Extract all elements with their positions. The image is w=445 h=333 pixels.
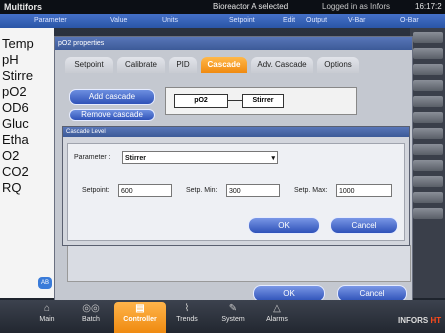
cascade-level-title: Cascade Level [63, 127, 409, 137]
app-title: Multifors [4, 2, 42, 12]
parameter-value: Stirrer [125, 155, 147, 162]
setpoint-label: Setpoint: [82, 187, 110, 194]
cascade-level-panel: Parameter : Stirrer ▾ Setpoint: 600 Setp… [67, 143, 405, 241]
setp-min-label: Setp. Min: [186, 187, 218, 194]
param-temp[interactable]: Temp [2, 36, 34, 51]
cascade-ok-button[interactable]: OK [248, 217, 320, 234]
home-icon: ⌂ [43, 303, 51, 314]
parameter-list: Temp pH Stirre pO2 OD6 Gluc Etha O2 CO2 … [0, 28, 54, 298]
login-status: Logged in as Infors [322, 2, 391, 11]
nav-trends[interactable]: ⌇ Trends [166, 302, 208, 333]
cascade-level-dialog: Cascade Level Parameter : Stirrer ▾ Setp… [62, 126, 410, 246]
col-setpoint: Setpoint [229, 17, 255, 24]
col-obar: O-Bar [400, 17, 419, 24]
tab-setpoint[interactable]: Setpoint [65, 57, 113, 73]
trends-icon: ⌇ [184, 303, 190, 314]
setp-max-label: Setp. Max: [294, 187, 328, 194]
setp-min-input[interactable]: 300 [226, 184, 280, 197]
cascade-list [67, 245, 411, 282]
status-bar: Multifors Bioreactor A selected Logged i… [0, 0, 445, 14]
bottom-nav: ⌂ Main ◎◎ Batch ▤ Controller ⌇ Trends ✎ … [0, 300, 445, 333]
wrench-icon: ✎ [228, 303, 238, 314]
controller-icon: ▤ [135, 303, 145, 314]
col-vbar: V-Bar [348, 17, 366, 24]
tab-bar: Setpoint Calibrate PID Cascade Adv. Casc… [55, 55, 412, 75]
clock: 16:17:2 [415, 2, 442, 11]
brand-logo: INFORS HT [398, 316, 442, 325]
bar-column [410, 28, 445, 298]
param-glucose[interactable]: Gluc [2, 116, 29, 131]
param-po2[interactable]: pO2 [2, 84, 27, 99]
col-edit: Edit [283, 17, 296, 24]
ab-button[interactable]: AB [38, 277, 52, 289]
param-ph[interactable]: pH [2, 52, 19, 67]
tab-options[interactable]: Options [317, 57, 359, 73]
col-units: Units [162, 17, 178, 24]
tab-adv-cascade[interactable]: Adv. Cascade [251, 57, 313, 73]
nav-system[interactable]: ✎ System [212, 302, 254, 333]
param-stirrer[interactable]: Stirre [2, 68, 33, 83]
setpoint-input[interactable]: 600 [118, 184, 172, 197]
alarm-icon: △ [273, 303, 281, 314]
screen: Multifors Bioreactor A selected Logged i… [0, 0, 445, 333]
diagram-target[interactable]: Stirrer [242, 94, 284, 108]
param-o2[interactable]: O2 [2, 148, 19, 163]
tab-pid[interactable]: PID [169, 57, 197, 73]
cascade-cancel-button[interactable]: Cancel [330, 217, 398, 234]
chevron-down-icon: ▾ [271, 155, 275, 162]
nav-batch[interactable]: ◎◎ Batch [70, 302, 112, 333]
column-header: Parameter Value Units Setpoint Edit Outp… [0, 14, 445, 28]
param-rq[interactable]: RQ [2, 180, 22, 195]
param-od[interactable]: OD6 [2, 100, 29, 115]
col-output: Output [306, 17, 328, 24]
nav-main[interactable]: ⌂ Main [26, 302, 68, 333]
nav-alarms[interactable]: △ Alarms [256, 302, 298, 333]
parameter-label: Parameter : [74, 154, 111, 161]
nav-controller[interactable]: ▤ Controller [114, 302, 166, 333]
remove-cascade-button[interactable]: Remove cascade [69, 109, 155, 121]
properties-title: pO2 properties [55, 37, 412, 50]
tab-calibrate[interactable]: Calibrate [117, 57, 165, 73]
tab-cascade[interactable]: Cascade [201, 57, 247, 73]
parameter-select[interactable]: Stirrer ▾ [122, 151, 278, 164]
batch-icon: ◎◎ [82, 303, 100, 314]
col-parameter: Parameter [34, 17, 67, 24]
param-ethanol[interactable]: Etha [2, 132, 29, 147]
param-co2[interactable]: CO2 [2, 164, 29, 179]
add-cascade-button[interactable]: Add cascade [69, 89, 155, 105]
col-value: Value [110, 17, 128, 24]
cascade-diagram: pO2 Stirrer [165, 87, 357, 115]
diagram-source: pO2 [174, 94, 228, 108]
selected-reactor: Bioreactor A selected [213, 2, 289, 11]
setp-max-input[interactable]: 1000 [336, 184, 392, 197]
